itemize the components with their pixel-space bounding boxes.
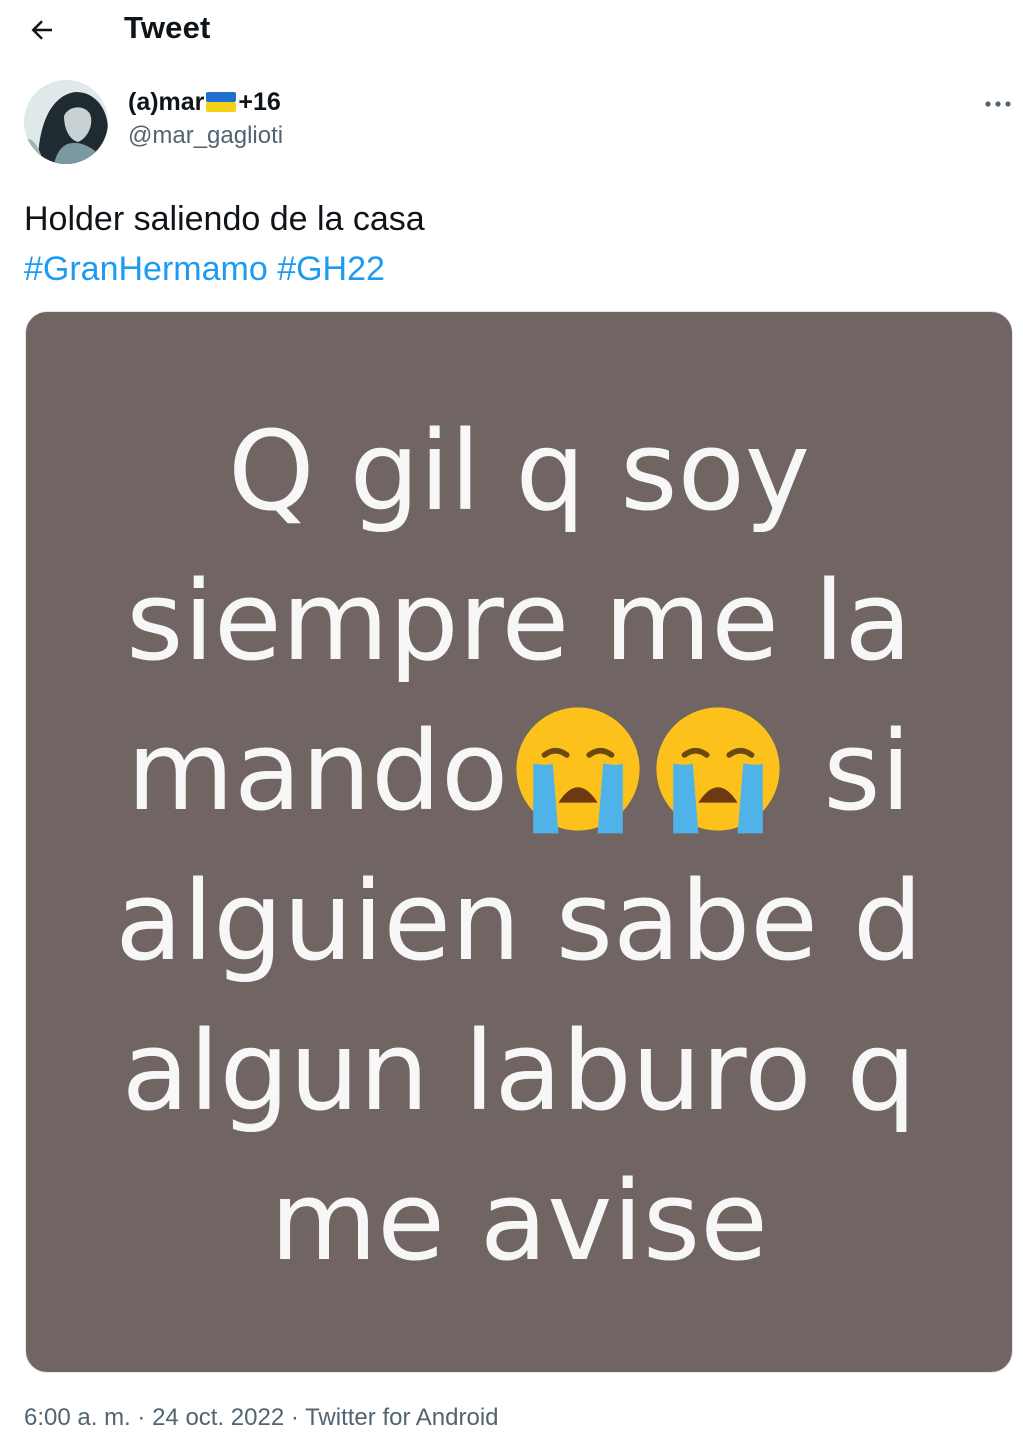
media-caption: Q gil q soy siempre me la mando si algui… [26,396,1012,1296]
hashtag-link[interactable]: #GH22 [277,250,385,288]
media-text-line: siempre me la [126,557,912,685]
media-text-line: alguien sabe d [115,857,923,985]
author-info: (a)mar +16 @mar_gaglioti [128,86,283,150]
tweet-source-link[interactable]: Twitter for Android [305,1404,498,1431]
back-button[interactable] [22,10,62,50]
page-title: Tweet [124,10,211,45]
tweet-date-link[interactable]: 24 oct. 2022 [152,1404,284,1431]
ukraine-flag-icon [206,92,237,112]
more-dots-icon [985,101,1011,107]
tweet-meta: 6:00 a. m. · 24 oct. 2022 · Twitter for … [24,1404,499,1432]
tweet-time-link[interactable]: 6:00 a. m. [24,1404,131,1431]
tweet-text: Holder saliendo de la casa [24,200,425,238]
top-bar: Tweet [0,0,1023,60]
media-text-line-with-emoji: mando si [26,696,1012,846]
avatar-image [24,80,108,164]
crying-face-icon [656,707,780,834]
meta-separator: · [137,1404,146,1431]
media-text-fragment: si [823,707,912,835]
tweet-media-image[interactable]: Q gil q soy siempre me la mando si algui… [25,311,1013,1373]
tweet-hashtags: #GranHermamo #GH22 [24,244,385,294]
meta-separator: · [290,1404,299,1431]
back-arrow-icon [31,20,52,40]
display-name-row[interactable]: (a)mar +16 [128,86,283,118]
media-text-fragment: mando [126,707,509,835]
media-text-line: Q gil q soy [228,407,810,535]
display-name-suffix[interactable]: +16 [238,88,280,117]
media-text-line: me avise [270,1157,768,1285]
more-options-button[interactable] [970,86,1023,122]
display-name[interactable]: (a)mar [128,88,204,117]
media-text-line: algun laburo q [121,1007,917,1135]
user-handle[interactable]: @mar_gaglioti [128,122,283,150]
crying-face-icon [516,707,640,834]
hashtag-link[interactable]: #GranHermamo [24,250,268,288]
avatar[interactable] [24,80,108,164]
